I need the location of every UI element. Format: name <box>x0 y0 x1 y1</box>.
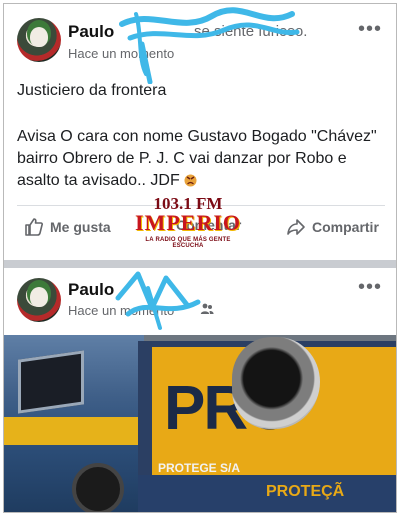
redaction-scribble <box>119 7 300 84</box>
thumbs-up-icon <box>25 218 43 236</box>
post-title: Justiciero da frontera <box>17 82 167 99</box>
share-button[interactable]: Compartir <box>286 217 379 237</box>
truck-wheel <box>72 463 124 512</box>
timestamp[interactable]: Hace un momento <box>68 46 174 61</box>
author-name[interactable]: Paulo <box>68 280 114 300</box>
share-arrow-icon <box>287 219 305 235</box>
photo-company-text: PROTEGE S/A <box>158 461 241 475</box>
post-body: Avisa O cara con nome Gustavo Bogado "Ch… <box>17 126 387 192</box>
truck-window <box>18 350 84 414</box>
friends-audience-icon <box>200 303 214 314</box>
post-card: Paulo Hace un momento ••• PRO PROTEGE S/… <box>4 268 396 512</box>
like-button[interactable]: Me gusta <box>24 217 111 237</box>
photo-band-text: PROTEÇÃ <box>266 483 345 500</box>
post-card: Paulo se siente furioso. Hace un momento… <box>4 4 396 260</box>
share-label: Compartir <box>312 219 379 235</box>
avatar[interactable] <box>17 18 61 62</box>
feeling-text: se siente furioso. <box>194 23 308 40</box>
armored-truck <box>4 335 144 512</box>
timestamp[interactable]: Hace un momento <box>68 303 174 318</box>
angry-face-icon <box>184 174 197 187</box>
more-options-icon[interactable]: ••• <box>358 276 382 299</box>
radio-watermark-logo: 103.1 FM IMPERIO LA RADIO QUE MÁS GENTE … <box>132 194 244 254</box>
post-photo[interactable]: PRO PROTEGE S/A PROTEÇÃ <box>4 335 396 512</box>
truck-stripe <box>4 417 144 445</box>
watermark-station: IMPERIO <box>135 210 241 235</box>
avatar[interactable] <box>17 278 61 322</box>
redaction-scribble <box>115 271 201 330</box>
more-options-icon[interactable]: ••• <box>358 18 382 41</box>
watermark-tagline: LA RADIO QUE MÁS GENTE ESCUCHA <box>145 237 231 249</box>
author-name[interactable]: Paulo <box>68 22 114 42</box>
like-label: Me gusta <box>50 219 111 235</box>
feed: Paulo se siente furioso. Hace un momento… <box>3 3 397 513</box>
post-separator <box>4 260 396 268</box>
